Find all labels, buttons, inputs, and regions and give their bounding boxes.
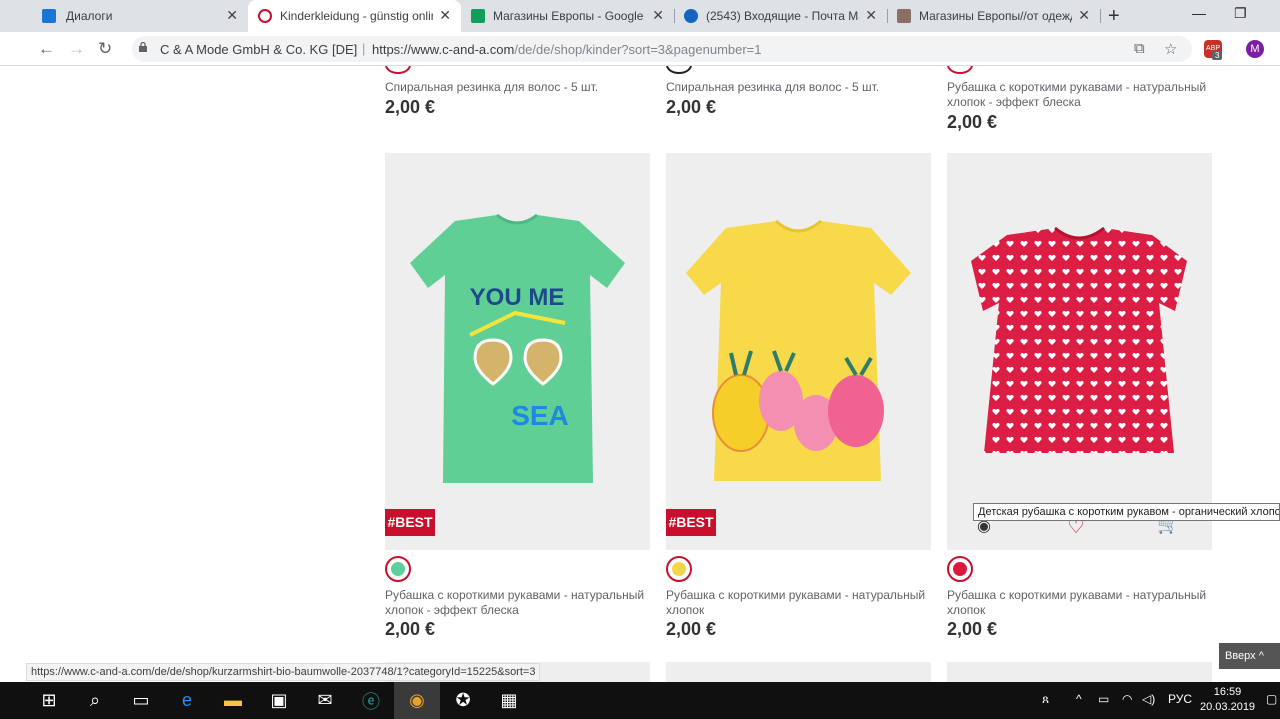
color-swatch[interactable] (385, 556, 411, 582)
volume-icon[interactable]: ◁) (1142, 692, 1155, 706)
product-price: 2,00 € (947, 112, 998, 132)
close-tab-icon[interactable]: ✕ (439, 7, 451, 24)
bookmark-star-icon[interactable]: ☆ (1164, 40, 1177, 58)
product-card[interactable] (947, 662, 1212, 682)
language-indicator[interactable]: РУС (1168, 692, 1192, 706)
back-icon[interactable]: ← (38, 39, 55, 59)
task-view-icon[interactable]: ▭ (118, 682, 164, 719)
best-badge: #BEST (385, 509, 435, 536)
product-name[interactable]: Рубашка с короткими рукавами - натуральн… (947, 80, 1215, 110)
ie-icon[interactable]: ⓔ (348, 682, 394, 719)
calculator-icon[interactable]: ▦ (486, 682, 532, 719)
scroll-top-button[interactable]: Вверх ^ (1219, 643, 1280, 669)
product-price: 2,00 € (947, 619, 998, 639)
close-tab-icon[interactable]: ✕ (865, 7, 877, 24)
product-price: 2,00 € (385, 619, 436, 639)
product-price: 2,00 € (385, 97, 436, 117)
dialogs-favicon-icon (42, 9, 56, 23)
product-image-green-shirt[interactable]: YOU ME SEA (385, 153, 650, 503)
product-name[interactable]: Рубашка с короткими рукавами - натуральн… (385, 588, 650, 618)
color-swatch[interactable] (947, 556, 973, 582)
site-identity[interactable]: C & A Mode GmbH & Co. KG [DE] (160, 42, 357, 57)
product-name[interactable]: Спиральная резинка для волос - 5 шт. (385, 80, 647, 95)
print-text: SEA (511, 400, 569, 431)
tab-google-sheets[interactable]: Магазины Европы - Google T ✕ (461, 0, 674, 32)
tab-dialogs[interactable]: Диалоги ✕ (0, 0, 248, 32)
chevron-up-icon: ^ (1258, 650, 1264, 662)
close-tab-icon[interactable]: ✕ (652, 7, 664, 24)
product-name[interactable]: Рубашка с короткими рукавами - натуральн… (666, 588, 931, 618)
store-icon[interactable]: ▣ (256, 682, 302, 719)
chevron-up-icon[interactable]: ^ (1076, 692, 1082, 706)
app-icon[interactable]: ✪ (440, 682, 486, 719)
wifi-icon[interactable]: ◠ (1122, 692, 1132, 706)
product-card[interactable]: YOU ME SEA #BEST (385, 153, 650, 550)
people-icon[interactable]: ጸ (1042, 692, 1049, 707)
product-card[interactable]: ◉ ♡ 🛒 (947, 153, 1212, 550)
profile-avatar[interactable]: M (1246, 40, 1264, 58)
mail-favicon-icon (684, 9, 698, 23)
product-price: 2,00 € (666, 619, 717, 639)
close-tab-icon[interactable]: ✕ (226, 7, 238, 24)
product-price: 2,00 € (666, 97, 717, 117)
lock-icon (139, 42, 147, 52)
color-swatch[interactable] (947, 66, 973, 74)
ca-favicon-icon (258, 9, 272, 23)
product-image-red-hearts-shirt[interactable] (947, 153, 1212, 463)
color-swatch[interactable] (666, 556, 692, 582)
minimize-icon[interactable]: — (1192, 5, 1206, 21)
clock[interactable]: 16:59 20.03.2019 (1200, 685, 1255, 715)
edge-icon[interactable]: e (164, 682, 210, 719)
adblock-count: 3 (1212, 51, 1223, 60)
page-content: Спиральная резинка для волос - 5 шт. 2,0… (0, 66, 1280, 682)
product-image-yellow-shirt[interactable] (666, 153, 931, 503)
color-swatch[interactable] (666, 66, 692, 74)
forum-favicon-icon (897, 9, 911, 23)
image-tooltip: Детская рубашка с коротким рукавом - орг… (973, 503, 1280, 521)
sheets-favicon-icon (471, 9, 485, 23)
new-tab-button[interactable]: + (1108, 5, 1120, 28)
product-card[interactable]: #BEST (666, 153, 931, 550)
tab-europe-shops[interactable]: Магазины Европы//от одежд ✕ (887, 0, 1100, 32)
mail-icon[interactable]: ✉ (302, 682, 348, 719)
notifications-icon[interactable]: ▢ (1266, 692, 1277, 706)
browser-toolbar: ← → ↻ C & A Mode GmbH & Co. KG [DE] | ht… (0, 32, 1280, 66)
forward-icon[interactable]: → (68, 39, 85, 59)
windows-taskbar: ⊞ ⌕ ▭ e ▬ ▣ ✉ ⓔ ◉ ✪ ▦ ጸ ^ ▭ ◠ ◁) РУС 16:… (0, 682, 1280, 719)
url-text[interactable]: https://www.c-and-a.com/de/de/shop/kinde… (372, 42, 762, 57)
product-card[interactable] (666, 662, 931, 682)
color-swatch[interactable] (385, 66, 411, 74)
address-bar[interactable]: C & A Mode GmbH & Co. KG [DE] | https://… (132, 36, 1192, 62)
battery-icon[interactable]: ▭ (1098, 692, 1109, 706)
file-explorer-icon[interactable]: ▬ (210, 682, 256, 719)
tab-kinderkleidung[interactable]: Kinderkleidung - günstig onlin ✕ (248, 0, 461, 32)
print-text: YOU ME (470, 284, 565, 311)
close-tab-icon[interactable]: ✕ (1078, 7, 1090, 24)
best-badge: #BEST (666, 509, 716, 536)
status-bar-url: https://www.c-and-a.com/de/de/shop/kurza… (26, 663, 541, 681)
tab-mail[interactable]: (2543) Входящие - Почта Ma ✕ (674, 0, 887, 32)
chrome-icon[interactable]: ◉ (394, 682, 440, 719)
reload-icon[interactable]: ↻ (98, 39, 112, 59)
restore-icon[interactable]: ❐ (1234, 5, 1247, 22)
product-name[interactable]: Спиральная резинка для волос - 5 шт. (666, 80, 928, 95)
start-windows-icon[interactable]: ⊞ (26, 682, 72, 719)
tab-strip: Диалоги ✕ Kinderkleidung - günstig onlin… (0, 0, 1280, 32)
translate-icon[interactable]: ⧉ (1134, 40, 1145, 57)
search-icon[interactable]: ⌕ (72, 682, 118, 719)
product-name[interactable]: Рубашка с короткими рукавами - натуральн… (947, 588, 1212, 618)
